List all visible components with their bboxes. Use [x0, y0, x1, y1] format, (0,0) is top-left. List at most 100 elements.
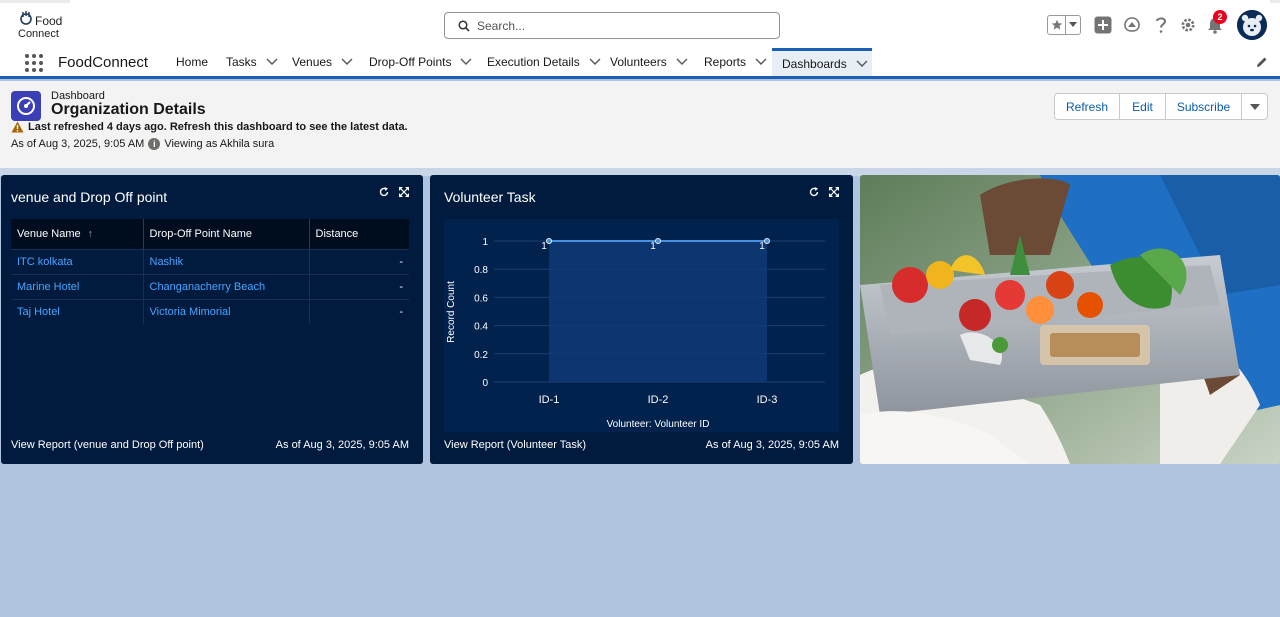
nav-tab-label: Reports — [704, 55, 747, 69]
dropoff-link[interactable]: Nashik — [143, 248, 310, 274]
dropoff-link[interactable]: Victoria Mimorial — [143, 298, 310, 324]
widget-tools — [379, 187, 409, 197]
star-icon[interactable] — [1048, 16, 1066, 34]
edit-nav-button[interactable] — [1256, 56, 1268, 71]
nav-tab-reports[interactable]: Reports — [704, 48, 767, 76]
table-row: ITC kolkata Nashik - — [11, 248, 409, 274]
global-search[interactable] — [444, 12, 780, 39]
chart-plot-area: 0 0.2 0.4 0.6 0.8 1 1 ID-1 1 ID-2 1 ID-3 Volunteer: … — [444, 219, 839, 432]
distance-cell: - — [309, 248, 409, 274]
column-header-distance[interactable]: Distance — [309, 219, 409, 249]
x-axis-title: Volunteer: Volunteer ID — [607, 419, 710, 430]
user-avatar[interactable] — [1237, 10, 1267, 40]
data-label: 1 — [541, 241, 547, 252]
add-icon — [1094, 16, 1112, 34]
trailhead-icon — [1124, 17, 1140, 32]
column-header-dropoff-point[interactable]: Drop-Off Point Name — [143, 219, 310, 249]
nav-tab-label: Execution Details — [487, 55, 580, 69]
nav-tab-venues[interactable]: Venues — [292, 48, 353, 76]
venue-link[interactable]: Taj Hotel — [11, 298, 144, 324]
logo-icon — [20, 11, 32, 25]
chevron-down-icon[interactable] — [266, 58, 278, 66]
app-navigation-bar: FoodConnect Home Tasks Venues Drop-Off P… — [0, 48, 1280, 79]
dashboard-header: Dashboard Organization Details Last refr… — [0, 81, 1280, 168]
expand-icon[interactable] — [829, 187, 839, 197]
widget-title: Volunteer Task — [444, 189, 536, 205]
venue-link[interactable]: ITC kolkata — [11, 248, 144, 274]
chevron-down-icon[interactable] — [856, 60, 868, 68]
search-input[interactable] — [477, 16, 767, 35]
trailhead-button[interactable] — [1122, 11, 1142, 39]
nav-tab-dashboards[interactable]: Dashboards — [772, 48, 872, 76]
app-logo[interactable]: Food Connect — [16, 8, 64, 42]
nav-tab-execution-details[interactable]: Execution Details — [487, 48, 601, 76]
dashboard-actions: Refresh Edit Subscribe — [1054, 93, 1268, 120]
y-axis-title: Record Count — [446, 281, 457, 343]
nav-tab-volunteers[interactable]: Volunteers — [610, 48, 688, 76]
widget-as-of: As of Aug 3, 2025, 9:05 AM — [275, 439, 409, 451]
column-header-venue-name[interactable]: Venue Name ↑ — [11, 219, 144, 249]
as-of-text: As of Aug 3, 2025, 9:05 AM — [11, 138, 145, 150]
y-tick-label: 0.8 — [474, 265, 488, 276]
pencil-icon — [1257, 57, 1267, 67]
nav-tab-label: Dashboards — [782, 56, 847, 71]
expand-icon[interactable] — [399, 187, 409, 197]
y-tick-label: 1 — [482, 237, 488, 248]
widget-as-of: As of Aug 3, 2025, 9:05 AM — [705, 439, 839, 451]
avatar-icon — [1237, 10, 1267, 40]
data-point — [763, 237, 770, 244]
favorites-button[interactable] — [1047, 15, 1081, 35]
view-report-link[interactable]: View Report (Volunteer Task) — [444, 439, 586, 451]
venue-link[interactable]: Marine Hotel — [11, 273, 144, 299]
gear-icon — [1181, 18, 1195, 32]
info-icon[interactable]: i — [148, 138, 161, 150]
venue-dropoff-table: Venue Name ↑ Drop-Off Point Name Distanc… — [11, 219, 409, 324]
volunteer-task-chart: 0 0.2 0.4 0.6 0.8 1 1 ID-1 1 ID-2 1 ID-3 Volunteer: … — [446, 237, 825, 430]
viewing-as-text: Viewing as Akhila sura — [164, 138, 275, 150]
view-report-link[interactable]: View Report (venue and Drop Off point) — [11, 439, 204, 451]
waffle-icon — [25, 54, 43, 72]
refresh-icon[interactable] — [379, 187, 389, 197]
x-tick-label: ID-3 — [757, 394, 778, 406]
chevron-down-icon[interactable] — [755, 58, 767, 66]
refresh-icon[interactable] — [809, 187, 819, 197]
global-create-button[interactable] — [1093, 11, 1113, 39]
table-header-row: Venue Name ↑ Drop-Off Point Name Distanc… — [11, 219, 409, 249]
data-point — [546, 237, 553, 244]
nav-tab-label: Volunteers — [610, 55, 667, 69]
favorites-dropdown-icon[interactable] — [1066, 22, 1080, 28]
chevron-down-icon[interactable] — [341, 58, 353, 66]
nav-tab-drop-off-points[interactable]: Drop-Off Points — [369, 48, 472, 76]
dashboard-icon — [11, 91, 41, 121]
data-label: 1 — [650, 241, 656, 252]
chevron-down-icon[interactable] — [676, 58, 688, 66]
dropoff-link[interactable]: Changanacherry Beach — [143, 273, 310, 299]
nav-tab-home[interactable]: Home — [176, 48, 208, 76]
data-label: 1 — [759, 241, 765, 252]
sort-ascending-icon[interactable]: ↑ — [88, 228, 94, 240]
more-actions-button[interactable] — [1242, 94, 1267, 119]
logo-text-connect: Connect — [18, 28, 59, 40]
y-tick-label: 0.2 — [474, 350, 488, 361]
global-header: Food Connect Search... 2 — [0, 0, 1280, 48]
chevron-down-icon[interactable] — [589, 58, 601, 66]
chevron-down-icon[interactable] — [460, 58, 472, 66]
table-row: Marine Hotel Changanacherry Beach - — [11, 273, 409, 299]
warning-icon — [11, 121, 24, 133]
notification-count-badge: 2 — [1213, 10, 1227, 24]
x-tick-label: ID-2 — [648, 394, 669, 406]
app-launcher-button[interactable] — [24, 53, 44, 73]
subscribe-button[interactable]: Subscribe — [1166, 94, 1242, 119]
area-series — [549, 241, 767, 382]
edit-button[interactable]: Edit — [1120, 94, 1166, 119]
refresh-warning: Last refreshed 4 days ago. Refresh this … — [11, 121, 408, 133]
help-button[interactable] — [1152, 11, 1170, 39]
search-icon — [458, 20, 470, 32]
food-donation-image — [860, 175, 1280, 464]
y-tick-label: 0.6 — [474, 293, 488, 304]
nav-tab-label: Tasks — [226, 55, 257, 69]
refresh-button[interactable]: Refresh — [1055, 94, 1120, 119]
y-tick-label: 0.4 — [474, 322, 488, 333]
nav-tab-tasks[interactable]: Tasks — [226, 48, 278, 76]
setup-button[interactable] — [1179, 11, 1197, 39]
